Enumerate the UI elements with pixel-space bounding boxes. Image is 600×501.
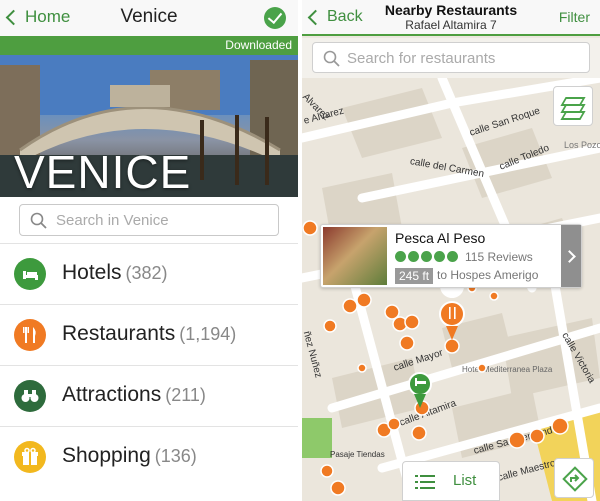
search-input[interactable]: Search for restaurants — [312, 42, 590, 73]
category-count: (136) — [154, 446, 197, 466]
map-layers-button[interactable] — [553, 86, 593, 126]
directions-button[interactable] — [554, 458, 594, 498]
distance-badge: 245 ft — [395, 268, 434, 284]
downloaded-banner: Downloaded — [0, 36, 298, 55]
restaurant-pin — [551, 417, 569, 435]
map-screen: Back Nearby Restaurants Rafael Altamira … — [302, 0, 600, 501]
map-view[interactable]: Alvarez e Alvarez calle San Roque calle … — [302, 73, 600, 501]
category-label: Hotels — [62, 261, 122, 284]
search-placeholder: Search in Venice — [56, 212, 169, 229]
restaurant-pin — [529, 428, 545, 444]
category-label: Restaurants — [62, 322, 176, 345]
fork-knife-icon — [14, 319, 46, 351]
rating-bubble-icon — [434, 251, 445, 262]
restaurant-pin — [356, 292, 372, 308]
restaurant-pin — [357, 363, 367, 373]
category-count: (1,194) — [179, 324, 237, 344]
rating-bubbles — [395, 251, 458, 262]
restaurant-pin — [320, 464, 334, 478]
search-bar: Search for restaurants — [302, 38, 600, 78]
bed-icon — [14, 258, 46, 290]
search-icon — [30, 212, 47, 229]
rating-bubble-icon — [395, 251, 406, 262]
filter-button[interactable]: Filter — [559, 9, 590, 25]
restaurant-name: Pesca Al Peso — [395, 230, 486, 246]
restaurant-pin — [404, 314, 420, 330]
category-attractions[interactable]: Attractions (211) — [0, 365, 298, 426]
downloaded-label: Downloaded — [225, 38, 292, 52]
restaurant-pin — [323, 319, 337, 333]
category-restaurants[interactable]: Restaurants (1,194) — [0, 304, 298, 365]
category-label: Attractions — [62, 383, 162, 406]
list-icon — [415, 475, 435, 489]
rating-bubble-icon — [408, 251, 419, 262]
restaurant-pin — [411, 425, 427, 441]
nav-subtitle: Rafael Altamira 7 — [405, 18, 497, 32]
review-count: 115 Reviews — [465, 250, 533, 264]
category-count: (211) — [165, 385, 206, 405]
search-input[interactable]: Search in Venice — [19, 204, 279, 236]
restaurant-pin — [477, 363, 487, 373]
restaurant-callout[interactable]: Pesca Al Peso 115 Reviews 245 ft to Hosp… — [320, 224, 582, 288]
restaurant-pins — [302, 220, 569, 496]
distance-destination: to Hospes Amerigo — [437, 268, 539, 282]
search-placeholder: Search for restaurants — [347, 50, 496, 67]
restaurant-pin — [387, 417, 401, 431]
category-hotels[interactable]: Hotels (382) — [0, 243, 298, 304]
category-shopping[interactable]: Shopping (136) — [0, 426, 298, 487]
checkmark-icon[interactable] — [264, 7, 286, 29]
city-hero-image: VENICE — [0, 55, 298, 197]
rating-bubble-icon — [421, 251, 432, 262]
restaurant-pin — [508, 431, 526, 449]
nav-title: Venice — [120, 6, 178, 27]
restaurant-photo — [323, 227, 387, 285]
chevron-right-icon[interactable] — [561, 225, 581, 287]
binoculars-icon — [14, 380, 46, 412]
gift-icon — [14, 441, 46, 473]
hero-title: VENICE — [14, 146, 192, 197]
rating-bubble-icon — [447, 251, 458, 262]
list-label: List — [453, 472, 477, 489]
restaurant-pin — [489, 291, 499, 301]
category-count: (382) — [125, 263, 168, 283]
restaurant-pin — [330, 480, 346, 496]
search-icon — [323, 50, 340, 67]
restaurant-pin — [302, 220, 318, 236]
restaurant-pin — [444, 338, 460, 354]
nav-bar: Home Venice — [0, 0, 298, 36]
nav-bar: Back Nearby Restaurants Rafael Altamira … — [302, 0, 600, 36]
list-view-button[interactable]: List — [402, 461, 500, 501]
directions-icon — [562, 466, 588, 492]
nav-title: Nearby Restaurants — [384, 2, 518, 18]
city-screen: Home Venice Downloaded VENICE Search in … — [0, 0, 298, 501]
category-label: Shopping — [62, 444, 151, 467]
category-list: Hotels (382) Restaurants (1,194) Attractio… — [0, 243, 298, 487]
restaurant-pin — [342, 298, 358, 314]
restaurant-pin — [399, 335, 415, 351]
